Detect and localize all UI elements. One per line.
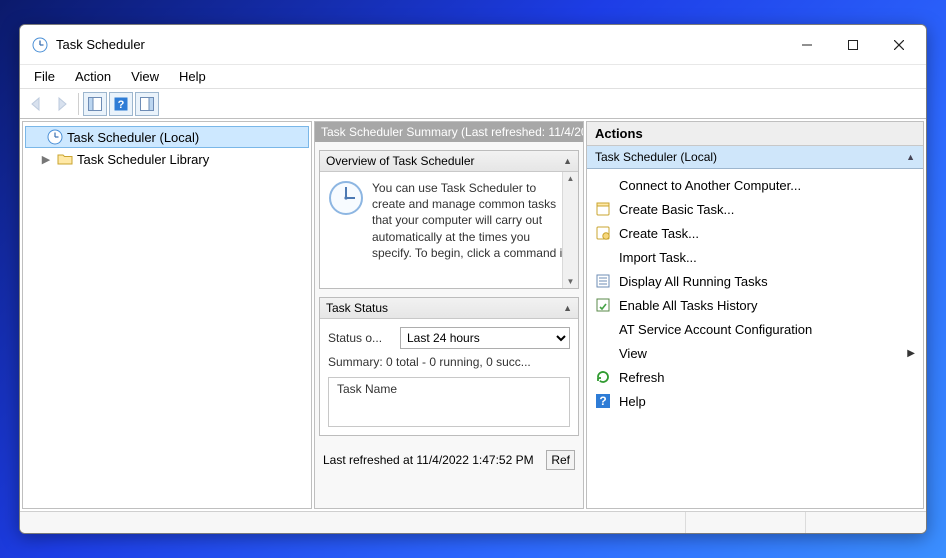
summary-footer: Last refreshed at 11/4/2022 1:47:52 PM R… bbox=[319, 444, 579, 472]
blank-icon bbox=[595, 321, 611, 337]
menu-view[interactable]: View bbox=[121, 67, 169, 86]
tree-pane: Task Scheduler (Local) ▶ Task Scheduler … bbox=[22, 121, 312, 509]
window: Task Scheduler File Action View Help ? bbox=[19, 24, 927, 534]
status-cell bbox=[686, 512, 806, 533]
menubar: File Action View Help bbox=[20, 65, 926, 89]
status-label: Status o... bbox=[328, 331, 394, 345]
action-list: Connect to Another Computer... Create Bas… bbox=[587, 169, 923, 417]
refresh-icon bbox=[595, 369, 611, 385]
action-label: AT Service Account Configuration bbox=[619, 322, 812, 337]
actions-subheader[interactable]: Task Scheduler (Local) ▲ bbox=[587, 146, 923, 169]
tree-library-label: Task Scheduler Library bbox=[77, 152, 209, 167]
expand-icon[interactable]: ▶ bbox=[39, 153, 53, 166]
menu-file[interactable]: File bbox=[24, 67, 65, 86]
menu-action[interactable]: Action bbox=[65, 67, 121, 86]
action-label: Display All Running Tasks bbox=[619, 274, 768, 289]
actions-pane: Actions Task Scheduler (Local) ▲ Connect… bbox=[586, 121, 924, 509]
svg-text:?: ? bbox=[118, 99, 125, 111]
toolbar: ? bbox=[20, 89, 926, 119]
task-name-column[interactable]: Task Name bbox=[329, 378, 569, 400]
statusbar bbox=[20, 511, 926, 533]
show-hide-action-pane-button[interactable] bbox=[135, 92, 159, 116]
blank-icon bbox=[595, 177, 611, 193]
close-button[interactable] bbox=[876, 30, 922, 60]
show-hide-console-tree-button[interactable] bbox=[83, 92, 107, 116]
last-refreshed-label: Last refreshed at 11/4/2022 1:47:52 PM bbox=[323, 453, 534, 467]
svg-text:?: ? bbox=[599, 394, 606, 408]
chevron-up-icon: ▲ bbox=[563, 303, 572, 313]
list-icon bbox=[595, 273, 611, 289]
window-title: Task Scheduler bbox=[56, 37, 784, 52]
action-connect-to-another-computer[interactable]: Connect to Another Computer... bbox=[587, 173, 923, 197]
action-enable-all-tasks-history[interactable]: Enable All Tasks History bbox=[587, 293, 923, 317]
maximize-button[interactable] bbox=[830, 30, 876, 60]
blank-icon bbox=[595, 345, 611, 361]
status-group: Task Status ▲ Status o... Last 24 hours … bbox=[319, 297, 579, 436]
chevron-right-icon: ▶ bbox=[907, 348, 915, 359]
blank-icon bbox=[595, 249, 611, 265]
overview-text: You can use Task Scheduler to create and… bbox=[372, 180, 570, 280]
help-icon: ? bbox=[595, 393, 611, 409]
status-cell bbox=[806, 512, 926, 533]
action-at-service-account-configuration[interactable]: AT Service Account Configuration bbox=[587, 317, 923, 341]
help-button[interactable]: ? bbox=[109, 92, 133, 116]
menu-help[interactable]: Help bbox=[169, 67, 216, 86]
toolbar-sep bbox=[78, 93, 79, 115]
action-label: Refresh bbox=[619, 370, 665, 385]
minimize-button[interactable] bbox=[784, 30, 830, 60]
action-create-basic-task[interactable]: Create Basic Task... bbox=[587, 197, 923, 221]
action-view[interactable]: View ▶ bbox=[587, 341, 923, 365]
action-label: Create Basic Task... bbox=[619, 202, 734, 217]
action-display-all-running-tasks[interactable]: Display All Running Tasks bbox=[587, 269, 923, 293]
create-icon bbox=[595, 225, 611, 241]
task-table[interactable]: Task Name bbox=[328, 377, 570, 427]
folder-icon bbox=[57, 151, 73, 167]
tree-root-label: Task Scheduler (Local) bbox=[67, 130, 199, 145]
overview-header[interactable]: Overview of Task Scheduler ▲ bbox=[320, 151, 578, 172]
clock-icon bbox=[32, 37, 48, 53]
overview-group: Overview of Task Scheduler ▲ You can use… bbox=[319, 150, 579, 289]
chevron-up-icon: ▲ bbox=[906, 152, 915, 162]
tree: Task Scheduler (Local) ▶ Task Scheduler … bbox=[23, 122, 311, 174]
titlebar: Task Scheduler bbox=[20, 25, 926, 65]
body: Task Scheduler (Local) ▶ Task Scheduler … bbox=[20, 119, 926, 511]
chevron-up-icon: ▲ bbox=[563, 156, 572, 166]
refresh-button[interactable]: Ref bbox=[546, 450, 575, 470]
action-label: Enable All Tasks History bbox=[619, 298, 758, 313]
scrollbar[interactable]: ▲▼ bbox=[562, 172, 578, 288]
action-help[interactable]: ? Help bbox=[587, 389, 923, 413]
status-summary: Summary: 0 total - 0 running, 0 succ... bbox=[328, 355, 570, 369]
tree-root[interactable]: Task Scheduler (Local) bbox=[25, 126, 309, 148]
summary-header: Task Scheduler Summary (Last refreshed: … bbox=[315, 122, 583, 142]
action-label: Create Task... bbox=[619, 226, 699, 241]
action-label: Import Task... bbox=[619, 250, 697, 265]
summary-pane: Task Scheduler Summary (Last refreshed: … bbox=[314, 121, 584, 509]
forward-button[interactable] bbox=[50, 92, 74, 116]
status-title: Task Status bbox=[326, 301, 388, 315]
action-label: Help bbox=[619, 394, 646, 409]
back-button[interactable] bbox=[24, 92, 48, 116]
actions-scope-label: Task Scheduler (Local) bbox=[595, 150, 717, 164]
action-import-task[interactable]: Import Task... bbox=[587, 245, 923, 269]
history-icon bbox=[595, 297, 611, 313]
status-period-select[interactable]: Last 24 hours bbox=[400, 327, 570, 349]
basic-icon bbox=[595, 201, 611, 217]
action-refresh[interactable]: Refresh bbox=[587, 365, 923, 389]
action-label: View bbox=[619, 346, 647, 361]
overview-title: Overview of Task Scheduler bbox=[326, 154, 475, 168]
clock-icon bbox=[47, 129, 63, 145]
summary-body: Overview of Task Scheduler ▲ You can use… bbox=[315, 142, 583, 508]
action-create-task[interactable]: Create Task... bbox=[587, 221, 923, 245]
action-label: Connect to Another Computer... bbox=[619, 178, 801, 193]
status-cell bbox=[20, 512, 686, 533]
actions-header: Actions bbox=[587, 122, 923, 146]
tree-library[interactable]: ▶ Task Scheduler Library bbox=[25, 148, 309, 170]
status-header[interactable]: Task Status ▲ bbox=[320, 298, 578, 319]
clock-icon bbox=[328, 180, 364, 280]
